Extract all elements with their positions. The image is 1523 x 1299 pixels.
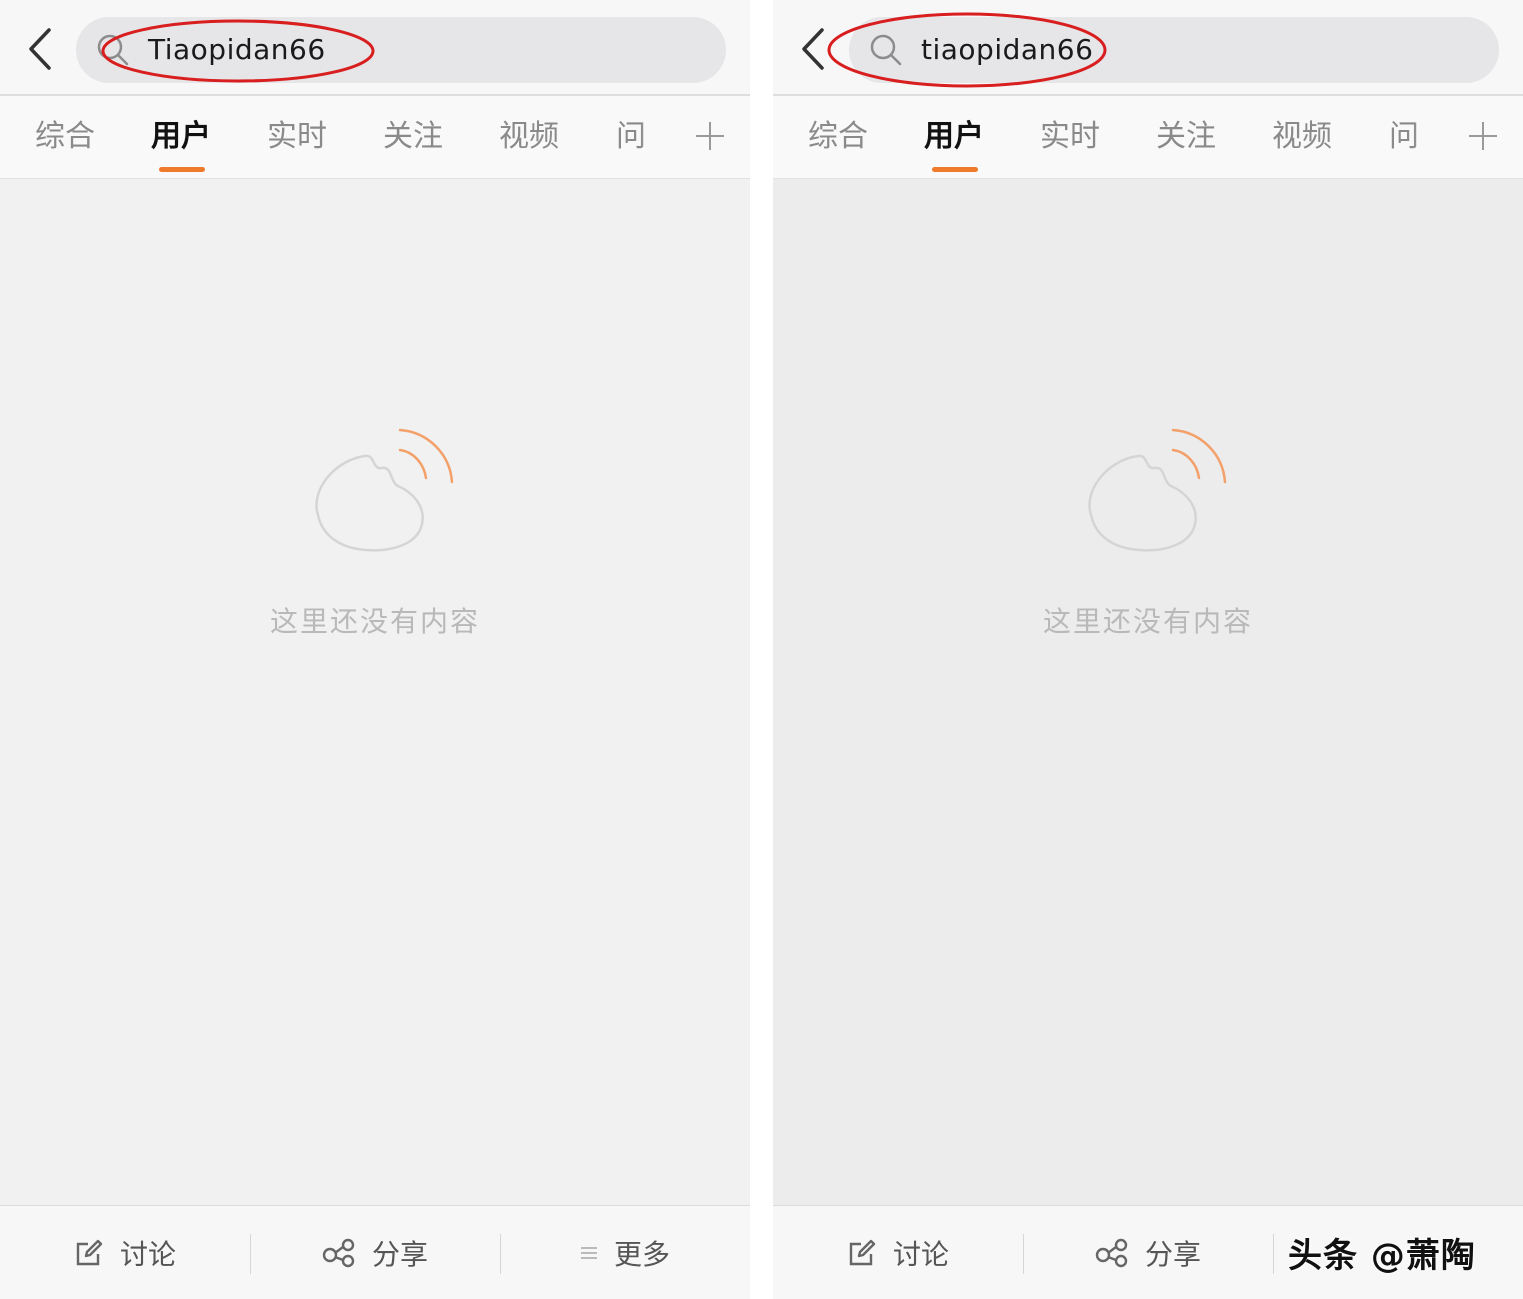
right-screen: tiaopidan66 综合 用户 实时 关注 视频 问答 这里还没有内容 讨论 (773, 0, 1523, 1299)
left-screen: Tiaopidan66 综合 用户 实时 关注 视频 问答 这里还没有内容 讨论 (0, 0, 750, 1299)
tab-comprehensive[interactable]: 综合 (20, 96, 110, 178)
tab-video[interactable]: 视频 (484, 96, 574, 178)
search-query-text: Tiaopidan66 (148, 33, 326, 66)
tab-following[interactable]: 关注 (1141, 96, 1231, 178)
chevron-left-icon (802, 28, 824, 70)
bottom-action-bar: 讨论 分享 更多 (0, 1205, 750, 1299)
discuss-button[interactable]: 讨论 (773, 1206, 1023, 1299)
plus-icon[interactable] (690, 116, 730, 156)
share-button[interactable]: 分享 (1023, 1206, 1273, 1299)
share-button[interactable]: 分享 (250, 1206, 500, 1299)
tab-realtime[interactable]: 实时 (1025, 96, 1115, 178)
empty-state-message: 这里还没有内容 (269, 605, 480, 638)
share-icon (1095, 1238, 1128, 1268)
tab-overflow-fade (1413, 96, 1453, 178)
search-input[interactable]: Tiaopidan66 (76, 17, 726, 83)
empty-state-icon (315, 428, 454, 552)
menu-icon (580, 1247, 597, 1259)
tab-realtime[interactable]: 实时 (252, 96, 342, 178)
empty-state-icon (1088, 428, 1227, 552)
back-button[interactable] (791, 24, 835, 74)
tab-users[interactable]: 用户 (909, 96, 999, 178)
tab-overflow-fade (640, 96, 680, 178)
edit-icon (76, 1239, 103, 1266)
discuss-button[interactable]: 讨论 (0, 1206, 250, 1299)
more-button[interactable]: 更多 (500, 1206, 750, 1299)
plus-icon[interactable] (1463, 116, 1503, 156)
tab-video[interactable]: 视频 (1257, 96, 1347, 178)
back-button[interactable] (18, 24, 62, 74)
watermark: 头条 @萧陶 (1288, 1236, 1476, 1276)
edit-icon (849, 1239, 876, 1266)
tab-users[interactable]: 用户 (136, 96, 226, 178)
bottom-action-bar: 讨论 分享 头条 @萧陶 (773, 1205, 1523, 1299)
search-query-text: tiaopidan66 (921, 33, 1094, 66)
share-icon (322, 1238, 355, 1268)
search-input[interactable]: tiaopidan66 (849, 17, 1499, 83)
empty-state-message: 这里还没有内容 (1042, 605, 1253, 638)
active-tab-indicator (932, 167, 978, 172)
tab-following[interactable]: 关注 (368, 96, 458, 178)
category-tab-bar: 综合 用户 实时 关注 视频 问答 (773, 96, 1523, 179)
search-icon (97, 34, 129, 66)
search-icon (870, 34, 902, 66)
category-tab-bar: 综合 用户 实时 关注 视频 问答 (0, 96, 750, 179)
active-tab-indicator (159, 167, 205, 172)
chevron-left-icon (29, 28, 51, 70)
search-header: tiaopidan66 (773, 0, 1523, 96)
search-header: Tiaopidan66 (0, 0, 750, 96)
tab-comprehensive[interactable]: 综合 (793, 96, 883, 178)
divider (1273, 1234, 1274, 1274)
